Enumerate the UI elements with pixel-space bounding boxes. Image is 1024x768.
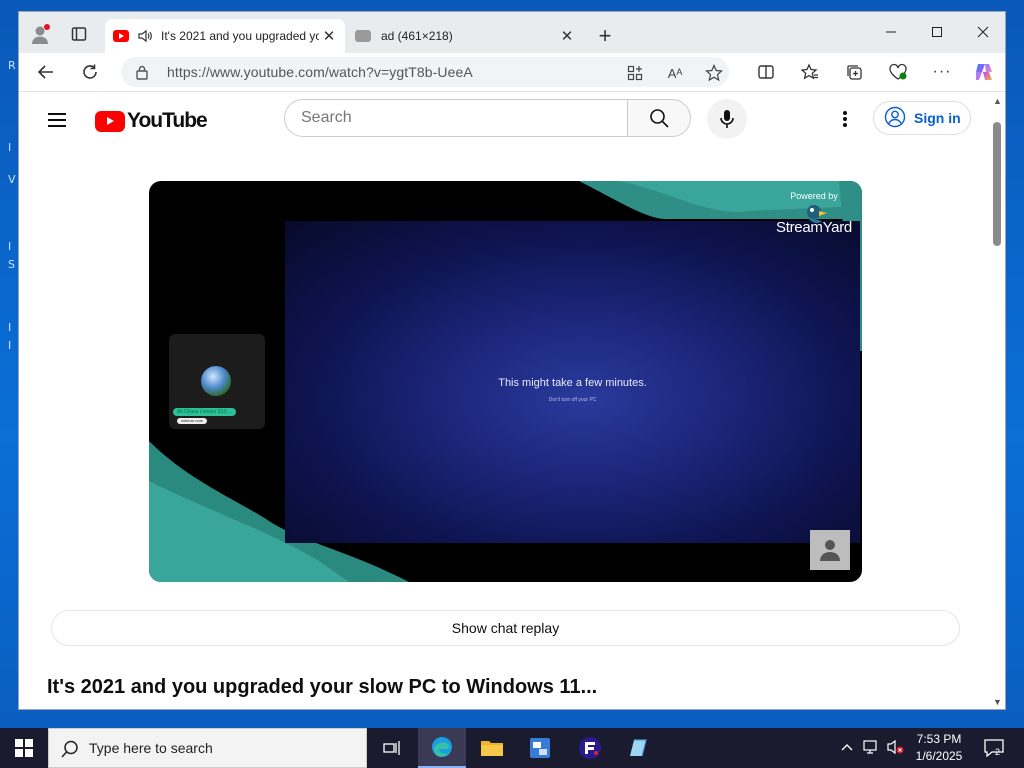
search-icon — [650, 109, 669, 128]
video-screen: This might take a few minutes. Don't tur… — [285, 221, 860, 543]
desktop-icon-label[interactable]: I — [8, 141, 11, 154]
edge-taskbar-icon[interactable] — [418, 728, 466, 768]
browser-toolbar: https://www.youtube.com/watch?v=ygtT8b-U… — [19, 53, 1005, 92]
tab-actions-icon[interactable] — [65, 20, 93, 48]
show-chat-replay-button[interactable]: Show chat replay — [51, 610, 960, 646]
taskbar-search-input[interactable]: Type here to search — [48, 728, 367, 768]
search-icon — [61, 740, 78, 758]
image-favicon-icon — [355, 30, 371, 42]
address-bar[interactable]: https://www.youtube.com/watch?v=ygtT8b-U… — [121, 57, 729, 87]
host-avatar — [810, 530, 850, 570]
refresh-button[interactable] — [75, 57, 105, 87]
youtube-page: YouTube Search Sign in This might take a… — [19, 92, 989, 709]
collections-icon[interactable] — [839, 57, 869, 87]
notification-center-icon[interactable]: 2 — [982, 736, 1006, 760]
channel-row — [47, 708, 947, 709]
back-button[interactable] — [31, 57, 61, 87]
network-icon[interactable] — [862, 738, 880, 756]
task-view-icon[interactable] — [368, 728, 416, 768]
sign-in-label: Sign in — [914, 110, 961, 126]
favorite-star-icon[interactable] — [703, 62, 725, 84]
youtube-logo-text: YouTube — [127, 109, 208, 132]
maximize-button[interactable] — [915, 18, 959, 46]
purple-app-icon[interactable] — [566, 728, 614, 768]
browser-essentials-icon[interactable] — [883, 57, 913, 87]
page-scrollbar[interactable]: ▲ ▼ — [989, 92, 1005, 709]
youtube-favicon-icon — [113, 30, 129, 42]
profile-icon[interactable] — [27, 20, 55, 48]
settings-more-icon[interactable] — [833, 107, 857, 131]
microphone-icon — [720, 110, 734, 128]
streamyard-branding: Powered by StreamYard — [769, 191, 859, 236]
sign-in-button[interactable]: Sign in — [873, 101, 971, 135]
account-icon — [884, 106, 906, 131]
close-tab-icon[interactable]: ✕ — [319, 26, 339, 46]
new-tab-button[interactable]: + — [593, 23, 617, 48]
scroll-down-icon[interactable]: ▼ — [993, 697, 1002, 707]
tab-title: It's 2021 and you upgraded your slow PC … — [161, 29, 319, 43]
video-player[interactable]: This might take a few minutes. Don't tur… — [149, 181, 862, 582]
video-title: It's 2021 and you upgraded your slow PC … — [47, 676, 598, 698]
system-clock[interactable]: 7:53 PM 1/6/2025 — [904, 731, 974, 765]
tab-youtube[interactable]: It's 2021 and you upgraded your slow PC … — [105, 19, 345, 53]
split-screen-icon[interactable] — [751, 57, 781, 87]
hamburger-menu-icon[interactable] — [47, 112, 71, 130]
browser-window: It's 2021 and you upgraded your slow PC … — [18, 11, 1006, 710]
tab-bar: It's 2021 and you upgraded your slow PC … — [19, 12, 1005, 53]
desktop-icon-label[interactable]: S — [8, 258, 15, 271]
taskbar: Type here to search 7:53 PM 1/6/2025 2 — [0, 728, 1024, 768]
powered-by-text: Powered by — [790, 191, 838, 201]
desktop-icon-label[interactable]: I — [8, 240, 11, 253]
close-tab-icon[interactable]: ✕ — [557, 26, 577, 46]
windows-logo-icon — [15, 739, 33, 757]
guest-sub-tag: sidebar note — [177, 418, 208, 424]
desktop-icon-label[interactable]: I — [8, 321, 11, 334]
copilot-icon[interactable] — [969, 57, 999, 87]
close-window-button[interactable] — [961, 18, 1005, 46]
tab-title: ad (461×218) — [381, 29, 453, 43]
favorites-icon[interactable] — [795, 57, 825, 87]
read-aloud-icon[interactable]: Aᴬ — [664, 62, 686, 84]
minimize-button[interactable] — [869, 18, 913, 46]
tab-ad[interactable]: ad (461×218) ✕ — [347, 19, 583, 53]
video-sub-message: Don't turn off your PC — [548, 397, 597, 403]
more-options-icon[interactable]: ··· — [927, 57, 957, 87]
video-message: This might take a few minutes. — [498, 377, 647, 389]
desktop-icon-label[interactable]: V — [8, 173, 16, 186]
taskbar-search-placeholder: Type here to search — [89, 740, 213, 756]
speaker-icon[interactable] — [137, 28, 153, 44]
search-button[interactable] — [627, 99, 691, 137]
pen-app-icon[interactable] — [614, 728, 662, 768]
app-available-icon[interactable] — [624, 62, 646, 84]
notification-count: 2 — [995, 747, 1001, 757]
lock-icon[interactable] — [135, 64, 149, 85]
volume-muted-icon[interactable] — [886, 738, 904, 756]
clock-time: 7:53 PM — [916, 732, 962, 746]
desktop-icon-label[interactable]: R — [8, 59, 16, 72]
search-input[interactable]: Search — [284, 99, 628, 137]
streamyard-duck-logo-icon — [807, 205, 827, 224]
desktop-icon-label[interactable]: I — [8, 339, 11, 352]
file-explorer-icon[interactable] — [468, 728, 516, 768]
guest-name-tag: Ali Chaos Lenovo S10 ... — [173, 408, 237, 416]
guest-avatar — [201, 366, 231, 396]
youtube-logo[interactable]: YouTube — [95, 109, 208, 133]
search-placeholder: Search — [301, 109, 352, 126]
show-hidden-icons-icon[interactable] — [838, 738, 856, 756]
url-text: https://www.youtube.com/watch?v=ygtT8b-U… — [167, 64, 473, 80]
clock-date: 1/6/2025 — [915, 749, 963, 763]
network-app-icon[interactable] — [516, 728, 564, 768]
start-button[interactable] — [0, 728, 48, 768]
guest-camera-tile: Ali Chaos Lenovo S10 ... sidebar note — [169, 334, 265, 429]
scroll-thumb[interactable] — [993, 122, 1001, 246]
youtube-play-logo-icon — [95, 110, 125, 132]
voice-search-button[interactable] — [707, 99, 747, 139]
scroll-up-icon[interactable]: ▲ — [993, 96, 1002, 106]
